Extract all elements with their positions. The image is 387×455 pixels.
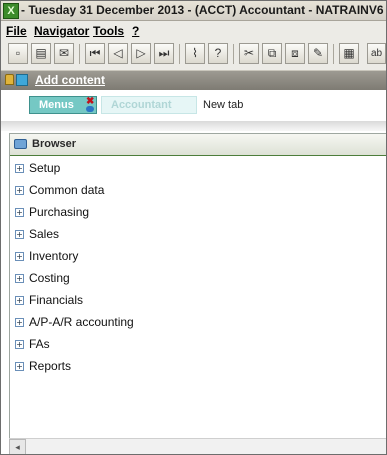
add-content-link[interactable]: Add content [35, 73, 105, 87]
calculator-icon[interactable]: ▦ [339, 43, 359, 64]
divider [1, 121, 386, 131]
menu-tools[interactable]: Tools [93, 24, 124, 38]
add-content-icon[interactable] [16, 74, 28, 86]
toolbar-separator [79, 44, 80, 64]
paste-icon[interactable]: ⧈ [285, 43, 305, 64]
navigation-tree: + Setup + Common data + Purchasing + Sal… [13, 158, 383, 378]
tree-item-label[interactable]: Sales [29, 227, 59, 241]
x3-logo-icon: X [3, 3, 19, 19]
expand-icon[interactable]: + [15, 230, 24, 239]
tree-item-label[interactable]: Purchasing [29, 205, 89, 219]
application-window: X - Tuesday 31 December 2013 - (ACCT) Ac… [0, 0, 387, 455]
add-content-bar: Add content [1, 71, 386, 90]
tree-item-label[interactable]: FAs [29, 337, 50, 351]
next-record-icon[interactable]: ▷ [131, 43, 151, 64]
expand-icon[interactable]: + [15, 274, 24, 283]
tab-menus-label: Menus [39, 99, 74, 111]
tree-item-setup[interactable]: + Setup [13, 158, 383, 180]
tree-item-ap-ar-accounting[interactable]: + A/P-A/R accounting [13, 312, 383, 334]
last-record-icon[interactable]: ⏭ [154, 43, 174, 64]
toolbar: ▫ ▤ ✉ ⏮ ◁ ▷ ⏭ ⌇ ? ✂ ⧉ ⧈ ✎ ▦ ab [1, 40, 386, 71]
menu-bar: File Navigator Tools ? [1, 21, 386, 40]
tree-item-label[interactable]: Financials [29, 293, 83, 307]
browser-panel-header: Browser [10, 134, 386, 156]
first-record-icon[interactable]: ⏮ [85, 43, 105, 64]
expand-icon[interactable]: + [15, 164, 24, 173]
tree-item-costing[interactable]: + Costing [13, 268, 383, 290]
tab-accountant-label: Accountant [111, 99, 172, 111]
menu-navigator[interactable]: Navigator [34, 24, 89, 38]
expand-icon[interactable]: + [15, 362, 24, 371]
tree-item-inventory[interactable]: + Inventory [13, 246, 383, 268]
spellcheck-icon[interactable]: ab [367, 43, 386, 64]
tree-item-label[interactable]: Reports [29, 359, 71, 373]
tree-item-reports[interactable]: + Reports [13, 356, 383, 378]
copy-icon[interactable]: ⧉ [262, 43, 282, 64]
toolbar-separator [233, 44, 234, 64]
scroll-left-icon[interactable]: ◂ [9, 439, 26, 454]
expand-icon[interactable]: + [15, 252, 24, 261]
expand-icon[interactable]: + [15, 340, 24, 349]
cut-icon[interactable]: ✂ [239, 43, 259, 64]
browser-panel: Browser + Setup + Common data + Purchasi… [9, 133, 386, 454]
print-icon[interactable]: ▤ [31, 43, 51, 64]
expand-icon[interactable]: + [15, 296, 24, 305]
browser-panel-title: Browser [32, 138, 77, 150]
mail-icon[interactable]: ✉ [54, 43, 74, 64]
tree-item-label[interactable]: A/P-A/R accounting [29, 315, 134, 329]
tree-item-common-data[interactable]: + Common data [13, 180, 383, 202]
title-bar: X - Tuesday 31 December 2013 - (ACCT) Ac… [1, 1, 386, 21]
previous-record-icon[interactable]: ◁ [108, 43, 128, 64]
tree-item-purchasing[interactable]: + Purchasing [13, 202, 383, 224]
new-tab-link[interactable]: New tab [203, 99, 243, 111]
tree-item-sales[interactable]: + Sales [13, 224, 383, 246]
horizontal-scrollbar[interactable]: ◂ [9, 438, 386, 454]
tab-menu-arrow-icon[interactable] [86, 106, 94, 112]
browser-icon [14, 139, 27, 149]
tree-item-label[interactable]: Setup [29, 161, 60, 175]
attachment-icon[interactable]: ⌇ [185, 43, 205, 64]
toolbar-separator [179, 44, 180, 64]
tab-accountant[interactable]: Accountant [101, 96, 197, 114]
menu-file[interactable]: File [6, 24, 27, 38]
tree-item-label[interactable]: Costing [29, 271, 70, 285]
expand-icon[interactable]: + [15, 318, 24, 327]
menu-help[interactable]: ? [132, 24, 139, 38]
tree-item-financials[interactable]: + Financials [13, 290, 383, 312]
edit-icon[interactable]: ✎ [308, 43, 328, 64]
expand-icon[interactable]: + [15, 186, 24, 195]
tab-bar: Menus ✖ Accountant New tab [1, 91, 386, 121]
tree-item-fas[interactable]: + FAs [13, 334, 383, 356]
tree-item-label[interactable]: Common data [29, 183, 104, 197]
window-title: - Tuesday 31 December 2013 - (ACCT) Acco… [21, 3, 384, 17]
toolbar-separator [333, 44, 334, 64]
lock-icon [5, 74, 14, 85]
tab-menus[interactable]: Menus ✖ [29, 96, 97, 114]
expand-icon[interactable]: + [15, 208, 24, 217]
help-icon[interactable]: ? [208, 43, 228, 64]
tree-item-label[interactable]: Inventory [29, 249, 78, 263]
new-icon[interactable]: ▫ [8, 43, 28, 64]
